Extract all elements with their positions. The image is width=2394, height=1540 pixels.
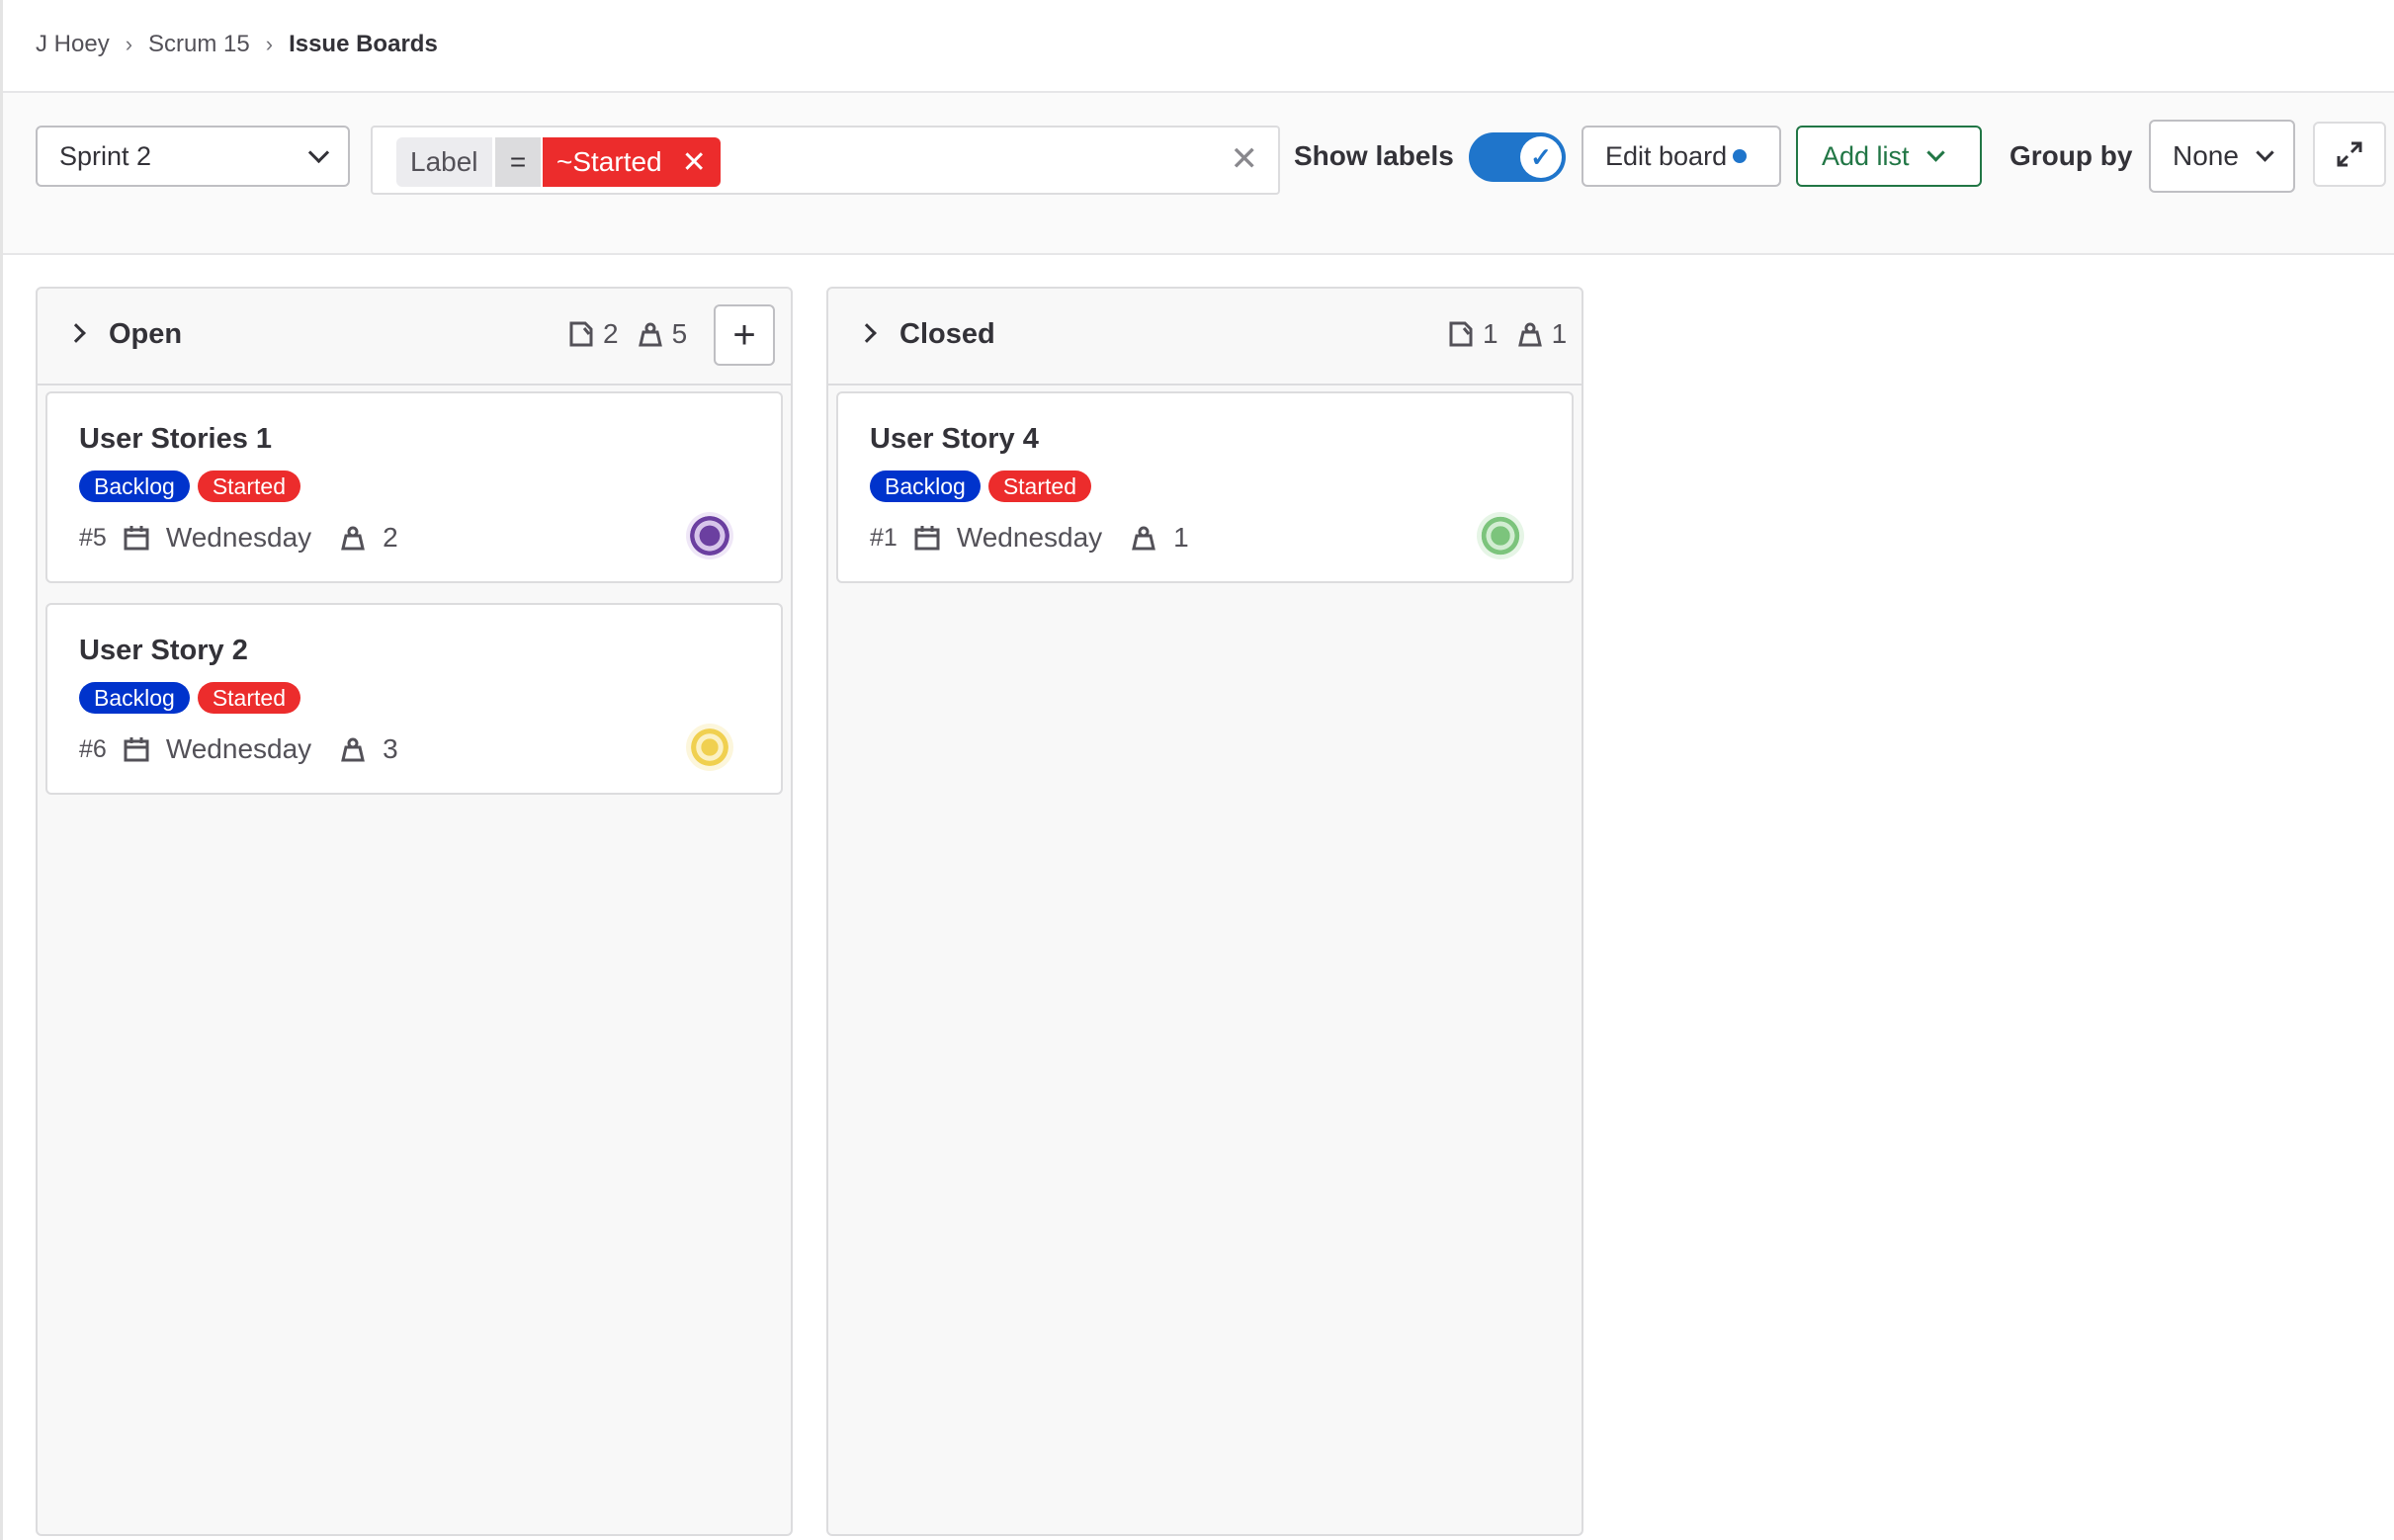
issue-weight: 2 (383, 522, 398, 553)
expand-icon (2337, 141, 2362, 167)
due-date: Wednesday (165, 522, 312, 553)
calendar-icon (914, 526, 940, 551)
issue-labels: Backlog Started (79, 471, 308, 502)
issue-meta: #5 Wednesday 2 (79, 522, 398, 554)
issues-icon (1449, 321, 1473, 347)
fullscreen-button[interactable] (2313, 122, 2386, 187)
chevron-right-icon[interactable] (66, 323, 86, 343)
list-header: Open 2 5 + (38, 289, 791, 385)
weight-icon (341, 737, 366, 762)
weight-icon (1517, 322, 1542, 347)
issue-title[interactable]: User Story 4 (870, 423, 1039, 456)
issue-card[interactable]: User Story 2 Backlog Started #6 Wednesda… (45, 603, 783, 795)
assignee-avatar[interactable] (686, 512, 733, 559)
issue-card[interactable]: User Stories 1 Backlog Started #5 Wednes… (45, 391, 783, 583)
breadcrumb-item-current[interactable]: Issue Boards (289, 31, 438, 58)
chevron-down-icon (307, 141, 330, 163)
filtered-search-input[interactable]: Label = ~Started ✕ ✕ (371, 126, 1280, 195)
chevron-down-icon (1925, 142, 1945, 162)
edit-board-label: Edit board (1605, 140, 1728, 171)
list-counts: 1 1 (1447, 318, 1567, 350)
edit-board-button[interactable]: Edit board (1582, 126, 1781, 187)
check-icon: ✓ (1520, 136, 1562, 178)
chevron-right-icon: › (265, 32, 274, 56)
issue-card[interactable]: User Story 4 Backlog Started #1 Wednesda… (836, 391, 1574, 583)
milestone-select-value: Sprint 2 (59, 140, 152, 171)
label-started[interactable]: Started (197, 682, 300, 714)
list-counts: 2 5 (567, 318, 687, 350)
show-labels-label: Show labels (1294, 140, 1454, 171)
assignee-avatar[interactable] (1477, 512, 1524, 559)
chevron-down-icon (2256, 142, 2274, 162)
list-title: Closed (899, 318, 995, 350)
list-header: Closed 1 1 (828, 289, 1582, 385)
weight-count: 1 (1551, 318, 1568, 349)
issue-labels: Backlog Started (79, 682, 308, 714)
board-list-closed: Closed 1 1 User Story 4 Backlog Started … (826, 287, 1583, 1536)
label-started[interactable]: Started (987, 471, 1091, 502)
add-list-button[interactable]: Add list (1796, 126, 1982, 187)
calendar-icon (124, 526, 149, 551)
issue-meta: #6 Wednesday 3 (79, 733, 398, 765)
filter-token-operator[interactable]: = (495, 137, 541, 187)
issue-labels: Backlog Started (870, 471, 1099, 502)
issue-title[interactable]: User Stories 1 (79, 423, 272, 456)
weight-icon (341, 526, 366, 551)
issue-count: 1 (1483, 318, 1498, 349)
breadcrumb: J Hoey › Scrum 15 › Issue Boards (36, 30, 438, 59)
clear-search-icon[interactable]: ✕ (1231, 139, 1259, 179)
issue-reference: #1 (870, 523, 898, 552)
issue-weight: 1 (1173, 522, 1189, 553)
label-started[interactable]: Started (197, 471, 300, 502)
calendar-icon (124, 737, 149, 762)
filter-token-value[interactable]: ~Started ✕ (543, 137, 721, 187)
weight-icon (1132, 526, 1156, 551)
due-date: Wednesday (165, 733, 312, 764)
breadcrumb-item-user[interactable]: J Hoey (36, 31, 110, 58)
issue-title[interactable]: User Story 2 (79, 635, 248, 667)
issue-reference: #5 (79, 523, 107, 552)
label-backlog[interactable]: Backlog (870, 471, 981, 502)
board-list-open: Open 2 5 + User Stories 1 Backlog Starte… (36, 287, 793, 1536)
issue-reference: #6 (79, 734, 107, 763)
plus-icon: + (732, 312, 756, 357)
filter-bar: Sprint 2 Label = ~Started ✕ ✕ Show label… (3, 93, 2394, 255)
issue-weight: 3 (383, 733, 398, 764)
group-by-value: None (2173, 140, 2239, 171)
filter-token-value-text: ~Started (556, 146, 662, 177)
due-date: Wednesday (956, 522, 1103, 553)
list-title: Open (109, 318, 183, 350)
assignee-avatar[interactable] (686, 724, 733, 771)
new-issue-button[interactable]: + (714, 304, 775, 366)
issue-count: 2 (603, 318, 619, 349)
chevron-right-icon[interactable] (857, 323, 877, 343)
label-backlog[interactable]: Backlog (79, 471, 190, 502)
weight-count: 5 (671, 318, 688, 349)
show-labels-toggle[interactable]: ✓ (1469, 132, 1566, 182)
milestone-select[interactable]: Sprint 2 (36, 126, 350, 187)
filter-token-key[interactable]: Label (396, 137, 492, 187)
group-by-label: Group by (2009, 140, 2133, 171)
group-by-select[interactable]: None (2149, 120, 2295, 193)
breadcrumb-item-project[interactable]: Scrum 15 (148, 31, 250, 58)
weight-icon (638, 322, 662, 347)
notification-dot-icon (1733, 149, 1748, 163)
chevron-right-icon: › (125, 32, 133, 56)
close-icon[interactable]: ✕ (682, 145, 707, 180)
label-backlog[interactable]: Backlog (79, 682, 190, 714)
add-list-label: Add list (1822, 140, 1910, 171)
issue-meta: #1 Wednesday 1 (870, 522, 1189, 554)
issues-icon (569, 321, 593, 347)
